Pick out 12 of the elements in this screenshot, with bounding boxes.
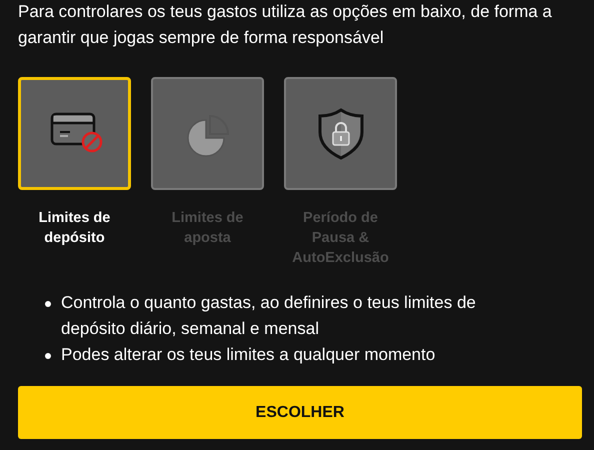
bullet-icon [45, 301, 51, 307]
option-tile[interactable] [18, 77, 131, 190]
intro-text: Para controlares os teus gastos utiliza as opções em baixo, de forma a garantir que jogas sempre de forma responsável [18, 1, 553, 49]
option-label: Limites de depósito [38, 209, 112, 248]
option-tile[interactable] [151, 77, 264, 190]
option-tile[interactable] [284, 77, 397, 190]
option-label: Limites de aposta [170, 209, 244, 248]
bullet-text: Controla o quanto gastas, ao definires o teus limites de depósito diário, semanal e mensal [61, 292, 477, 340]
bullet-text: Podes alterar os teus limites a qualquer momento [61, 344, 436, 366]
bullet-icon [45, 353, 51, 359]
option-label: Período de Pausa & AutoExclusão [291, 209, 390, 268]
choose-button[interactable]: ESCOLHER [18, 386, 582, 439]
